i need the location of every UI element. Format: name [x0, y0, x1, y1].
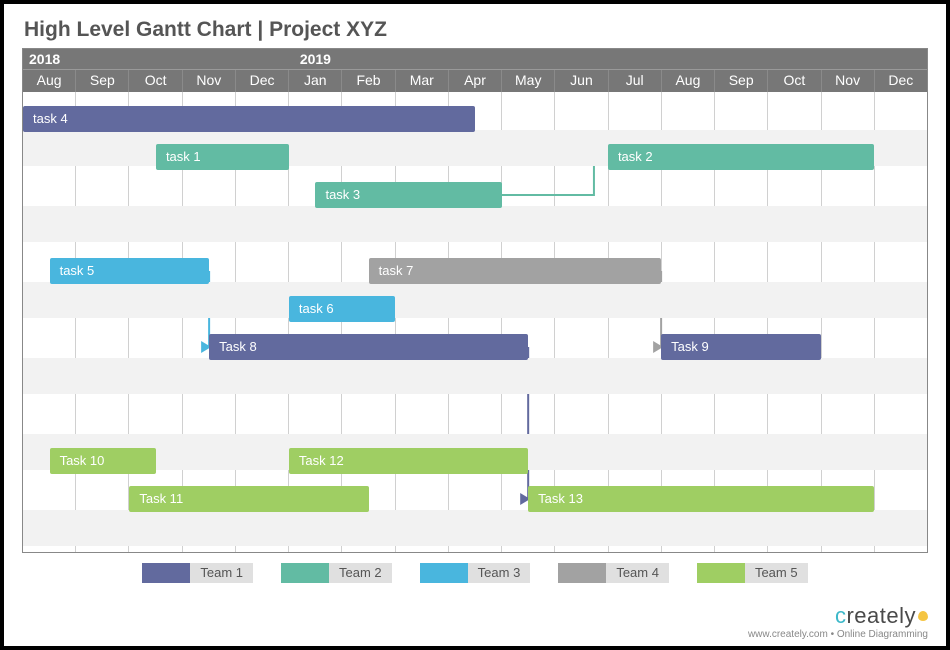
task-bar-task1[interactable]: task 1 [156, 144, 289, 170]
task-bar-task11[interactable]: Task 11 [129, 486, 368, 512]
bulb-icon [918, 611, 928, 621]
legend-item-team2: Team 2 [281, 563, 392, 583]
year-label: 2018 [23, 49, 294, 69]
legend-item-team5: Team 5 [697, 563, 808, 583]
year-label: 2019 [294, 49, 927, 69]
chart-title: High Level Gantt Chart | Project XYZ [24, 18, 928, 42]
legend-swatch [281, 563, 329, 583]
gantt-frame: High Level Gantt Chart | Project XYZ 201… [0, 0, 950, 650]
legend-item-team4: Team 4 [558, 563, 669, 583]
legend-item-team3: Team 3 [420, 563, 531, 583]
month-label: Oct [768, 70, 821, 92]
task-bar-task12[interactable]: Task 12 [289, 448, 528, 474]
legend-swatch [142, 563, 190, 583]
legend-label: Team 5 [745, 563, 808, 583]
task-bar-task7[interactable]: task 7 [369, 258, 661, 284]
task-bar-task3[interactable]: task 3 [315, 182, 501, 208]
month-label: Jun [555, 70, 608, 92]
month-label: Aug [662, 70, 715, 92]
legend-swatch [697, 563, 745, 583]
month-label: Oct [129, 70, 182, 92]
month-label: Sep [715, 70, 768, 92]
month-label: Dec [875, 70, 927, 92]
legend-label: Team 1 [190, 563, 253, 583]
gantt-body: task 4 task 1 task 2 task 3 task 5 task 7 task… [23, 92, 927, 552]
task-bar-task4[interactable]: task 4 [23, 106, 475, 132]
month-label: Nov [183, 70, 236, 92]
legend-label: Team 4 [606, 563, 669, 583]
month-label: Nov [822, 70, 875, 92]
chart-area: 20182019 AugSepOctNovDecJanFebMarAprMayJ… [22, 48, 928, 553]
month-label: Sep [76, 70, 129, 92]
brand-accent: c [835, 603, 847, 628]
task-bar-task5[interactable]: task 5 [50, 258, 210, 284]
legend-label: Team 3 [468, 563, 531, 583]
task-bar-task6[interactable]: task 6 [289, 296, 395, 322]
timeline-years-row: 20182019 [23, 49, 927, 70]
brand-rest: reately [846, 603, 916, 628]
task-bar-task9[interactable]: Task 9 [661, 334, 821, 360]
month-label: Dec [236, 70, 289, 92]
month-label: Feb [342, 70, 395, 92]
month-label: Mar [396, 70, 449, 92]
legend-swatch [558, 563, 606, 583]
task-bar-task8[interactable]: Task 8 [209, 334, 528, 360]
month-label: Apr [449, 70, 502, 92]
footer: creately www.creately.com • Online Diagr… [748, 603, 928, 640]
timeline-months-row: AugSepOctNovDecJanFebMarAprMayJunJulAugS… [23, 70, 927, 92]
brand-logo: creately [748, 603, 928, 629]
task-bar-task13[interactable]: Task 13 [528, 486, 874, 512]
month-label: Jul [609, 70, 662, 92]
task-bar-task10[interactable]: Task 10 [50, 448, 156, 474]
task-bar-task2[interactable]: task 2 [608, 144, 874, 170]
month-label: Aug [23, 70, 76, 92]
footer-tagline: www.creately.com • Online Diagramming [748, 629, 928, 640]
legend-swatch [420, 563, 468, 583]
legend: Team 1 Team 2 Team 3 Team 4 Team 5 [22, 563, 928, 583]
month-label: Jan [289, 70, 342, 92]
legend-item-team1: Team 1 [142, 563, 253, 583]
month-label: May [502, 70, 555, 92]
legend-label: Team 2 [329, 563, 392, 583]
